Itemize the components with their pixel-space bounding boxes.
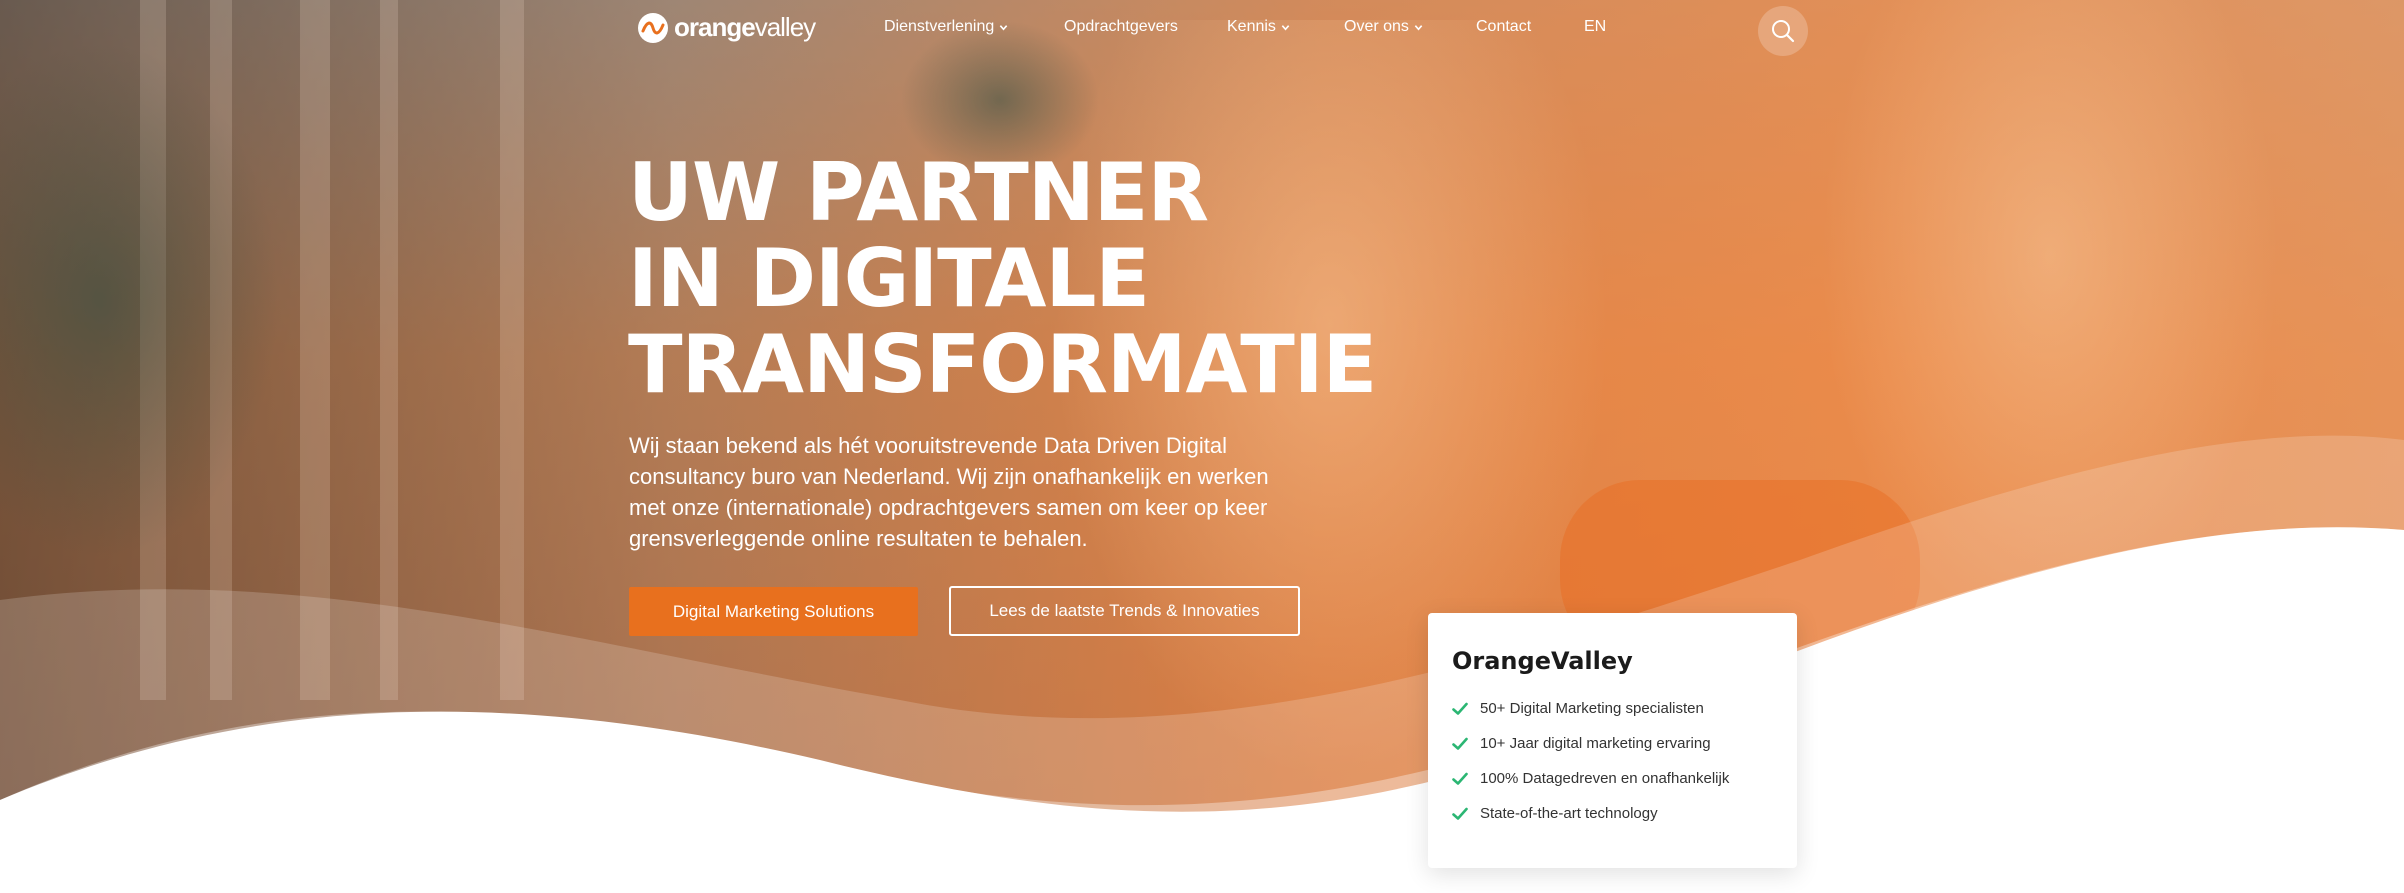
chevron-down-icon bbox=[1000, 24, 1008, 31]
list-item-label: State-of-the-art technology bbox=[1480, 805, 1658, 822]
search-button[interactable] bbox=[1758, 6, 1808, 56]
nav-item-label: Over ons bbox=[1344, 18, 1409, 35]
check-icon bbox=[1452, 807, 1468, 820]
nav-item-over-ons[interactable]: Over ons bbox=[1344, 18, 1423, 36]
main-navigation: orangevalley Dienstverlening Opdrachtgev… bbox=[0, 0, 2404, 58]
logo-text: orangevalley bbox=[674, 12, 816, 42]
list-item: State-of-the-art technology bbox=[1452, 796, 1773, 831]
site-logo[interactable]: orangevalley bbox=[638, 12, 816, 43]
trends-innovaties-button[interactable]: Lees de laatste Trends & Innovaties bbox=[949, 586, 1300, 636]
check-icon bbox=[1452, 702, 1468, 715]
list-item: 10+ Jaar digital marketing ervaring bbox=[1452, 726, 1773, 761]
check-icon bbox=[1452, 737, 1468, 750]
language-switch-en[interactable]: EN bbox=[1584, 18, 1606, 36]
chevron-down-icon bbox=[1281, 24, 1290, 31]
card-feature-list: 50+ Digital Marketing specialisten 10+ J… bbox=[1452, 691, 1773, 831]
headline-line: UW PARTNER bbox=[628, 146, 1209, 239]
nav-item-label: EN bbox=[1584, 18, 1607, 35]
check-icon bbox=[1452, 772, 1468, 785]
digital-marketing-solutions-button[interactable]: Digital Marketing Solutions bbox=[629, 587, 918, 636]
hero-headline: UW PARTNER IN DIGITALE TRANSFORMATIE bbox=[628, 146, 1377, 411]
chevron-down-icon bbox=[1414, 24, 1423, 31]
list-item: 50+ Digital Marketing specialisten bbox=[1452, 691, 1773, 726]
nav-item-label: Contact bbox=[1476, 18, 1532, 35]
orangevalley-info-card: OrangeValley 50+ Digital Marketing speci… bbox=[1428, 613, 1797, 868]
logo-wave-icon bbox=[638, 12, 668, 43]
nav-item-label: Kennis bbox=[1227, 18, 1276, 35]
headline-line: IN DIGITALE bbox=[628, 232, 1150, 325]
list-item: 100% Datagedreven en onafhankelijk bbox=[1452, 761, 1773, 796]
list-item-label: 100% Datagedreven en onafhankelijk bbox=[1480, 770, 1730, 787]
nav-item-contact[interactable]: Contact bbox=[1476, 18, 1531, 36]
hero-intro-text: Wij staan bekend als hét vooruitstrevend… bbox=[629, 433, 1269, 551]
card-title: OrangeValley bbox=[1452, 647, 1633, 675]
list-item-label: 50+ Digital Marketing specialisten bbox=[1480, 700, 1704, 717]
nav-item-opdrachtgevers[interactable]: Opdrachtgevers bbox=[1064, 18, 1178, 36]
nav-item-dienstverlening[interactable]: Dienstverlening bbox=[884, 18, 1008, 36]
list-item-label: 10+ Jaar digital marketing ervaring bbox=[1480, 735, 1711, 752]
search-icon bbox=[1772, 20, 1795, 43]
nav-item-label: Dienstverlening bbox=[884, 18, 995, 35]
nav-item-label: Opdrachtgevers bbox=[1064, 18, 1178, 35]
nav-item-kennis[interactable]: Kennis bbox=[1227, 18, 1290, 36]
headline-line: TRANSFORMATIE bbox=[628, 318, 1377, 411]
